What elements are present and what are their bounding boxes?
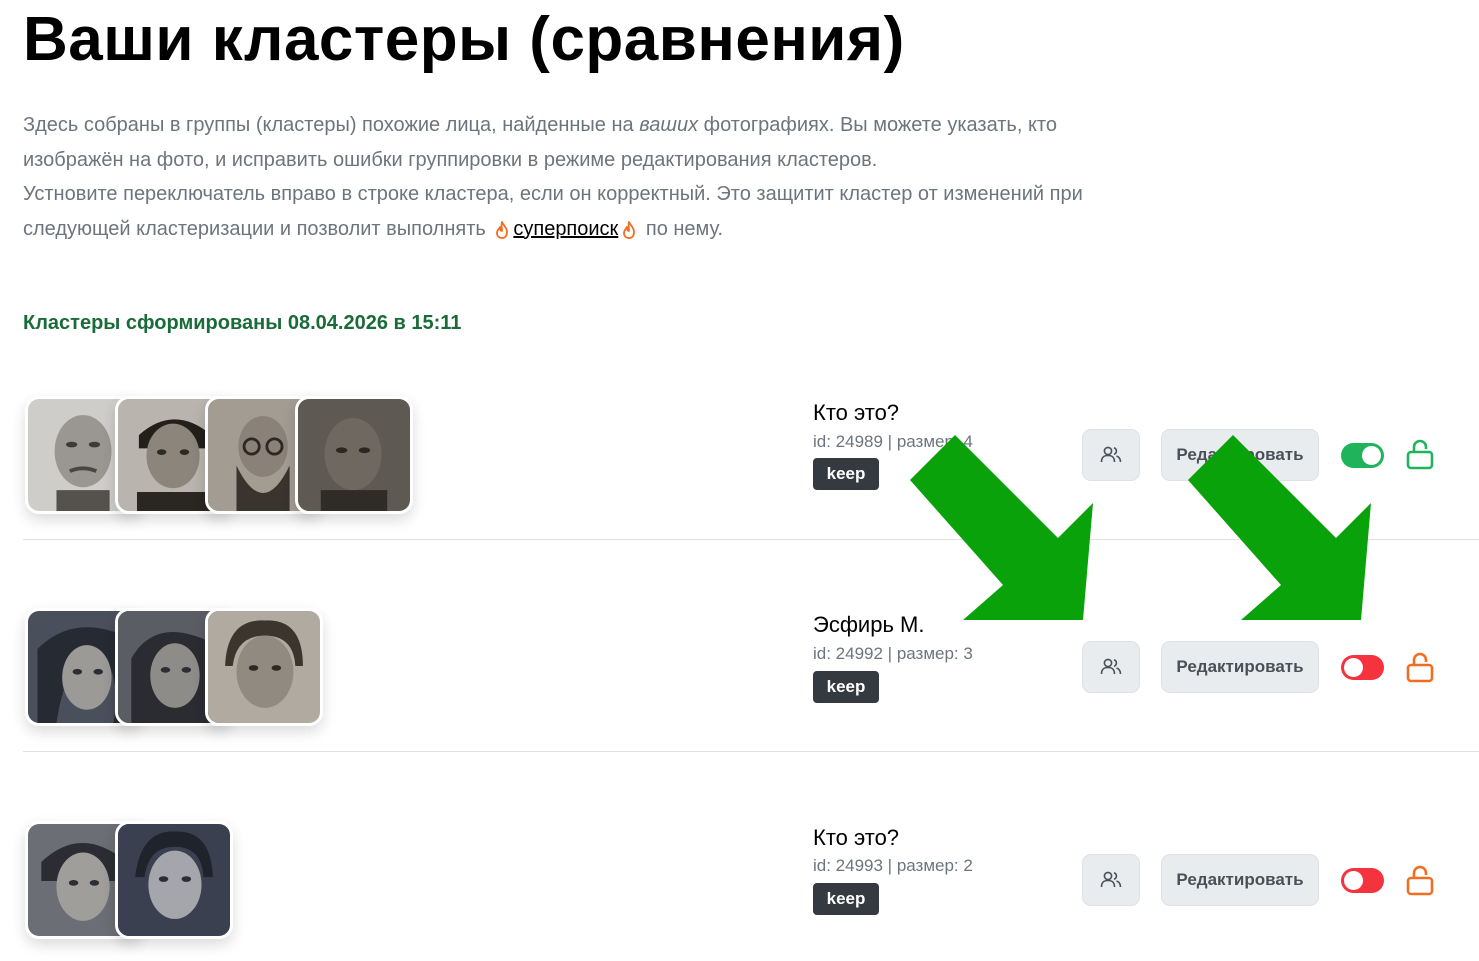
keep-badge: keep: [813, 458, 879, 490]
page-title: Ваши кластеры (сравнения): [23, 5, 905, 74]
intro-paragraph-1: Здесь собраны в группы (кластеры) похожи…: [23, 108, 1163, 177]
cluster-name[interactable]: Кто это?: [813, 400, 899, 426]
intro-1-em: ваших: [639, 114, 699, 136]
lock-open-icon[interactable]: [1405, 864, 1435, 896]
face-photo: [208, 611, 320, 723]
face-thumbnail[interactable]: [205, 608, 323, 726]
lock-open-icon[interactable]: [1405, 438, 1435, 470]
face-photo: [298, 399, 410, 511]
edit-cluster-button[interactable]: Редактировать: [1161, 854, 1319, 906]
cluster-row: Кто это? id: 24989 | размер: 4 keep Реда…: [23, 396, 1479, 540]
edit-cluster-button[interactable]: Редактировать: [1161, 641, 1319, 693]
keep-badge: keep: [813, 671, 879, 703]
toggle-knob: [1362, 446, 1381, 465]
people-button[interactable]: [1082, 429, 1140, 481]
people-icon: [1100, 871, 1122, 888]
fire-icon: [496, 220, 509, 239]
toggle-knob: [1344, 658, 1363, 677]
toggle-knob: [1344, 871, 1363, 890]
cluster-meta: id: 24992 | размер: 3: [813, 644, 973, 663]
fire-icon: [623, 220, 636, 239]
protect-toggle[interactable]: [1341, 655, 1384, 680]
face-thumbnail[interactable]: [295, 396, 413, 514]
cluster-row: Эсфирь М. id: 24992 | размер: 3 keep Ред…: [23, 608, 1479, 752]
protect-toggle[interactable]: [1341, 443, 1384, 468]
face-thumbnail[interactable]: [115, 821, 233, 939]
intro-1-pre: Здесь собраны в группы (кластеры) похожи…: [23, 114, 640, 136]
clusters-formed-date: Кластеры сформированы 08.04.2026 в 15:11: [23, 312, 462, 334]
intro-2-post: по нему.: [645, 217, 724, 240]
cluster-name[interactable]: Эсфирь М.: [813, 612, 924, 638]
cluster-meta: id: 24993 | размер: 2: [813, 856, 973, 875]
cluster-row: Кто это? id: 24993 | размер: 2 keep Реда…: [23, 821, 1479, 961]
face-photo: [118, 824, 230, 936]
people-button[interactable]: [1082, 641, 1140, 693]
lock-open-icon[interactable]: [1405, 651, 1435, 683]
row-divider: [23, 539, 1479, 540]
people-icon: [1100, 658, 1122, 675]
superpoisk-link[interactable]: суперпоиск: [513, 218, 618, 240]
edit-cluster-button[interactable]: Редактировать: [1161, 429, 1319, 481]
people-icon: [1100, 446, 1122, 463]
keep-badge: keep: [813, 883, 879, 915]
intro-paragraph-2: Устновите переключатель вправо в строке …: [23, 177, 1163, 246]
people-button[interactable]: [1082, 854, 1140, 906]
cluster-name[interactable]: Кто это?: [813, 825, 899, 851]
cluster-meta: id: 24989 | размер: 4: [813, 432, 973, 451]
protect-toggle[interactable]: [1341, 868, 1384, 893]
intro-text: Здесь собраны в группы (кластеры) похожи…: [23, 108, 1163, 246]
row-divider: [23, 751, 1479, 752]
